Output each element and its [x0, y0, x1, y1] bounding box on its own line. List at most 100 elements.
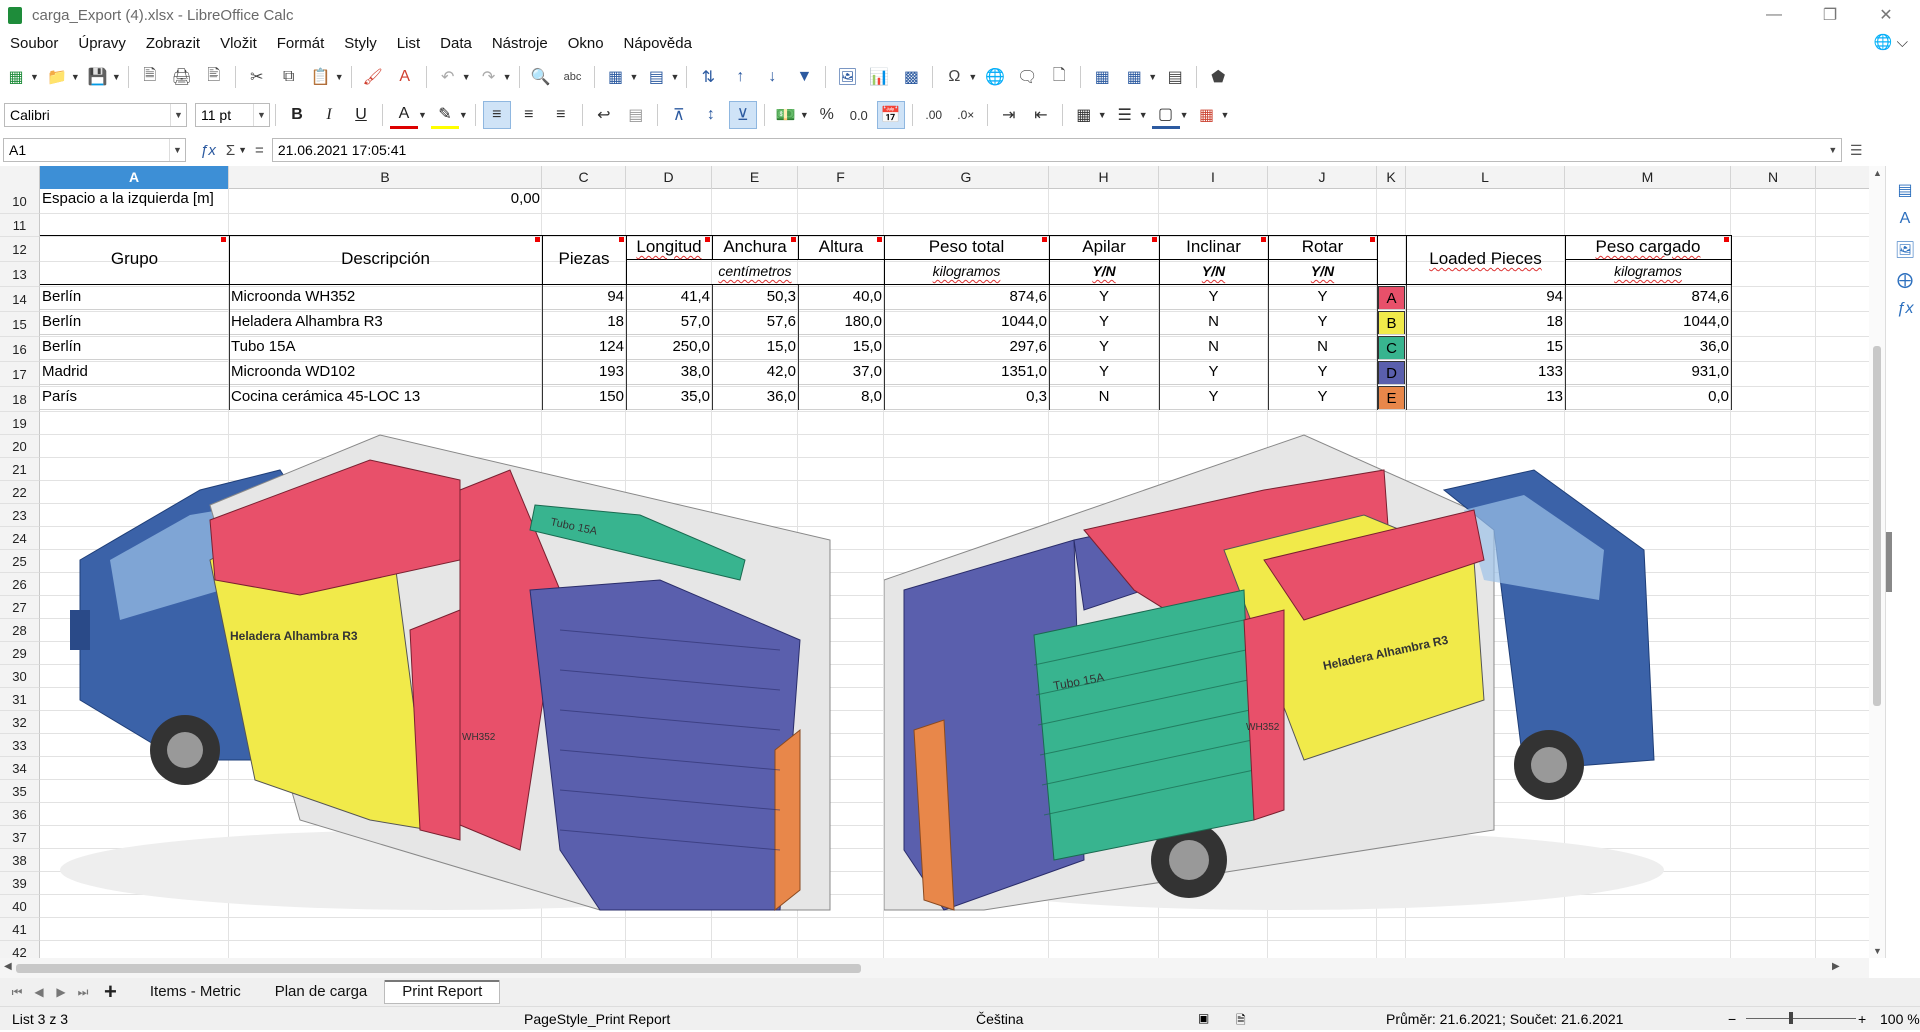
scroll-left-icon[interactable]: ◀: [4, 961, 12, 972]
header-descripcion[interactable]: Descripción: [229, 249, 542, 269]
underline-icon[interactable]: U: [347, 101, 375, 129]
minimize-button[interactable]: —: [1746, 0, 1802, 30]
row-header[interactable]: 10: [0, 189, 40, 214]
cell-apilar[interactable]: N: [1049, 388, 1159, 405]
horizontal-scroll-thumb[interactable]: [16, 964, 861, 973]
function-wizard-icon[interactable]: ƒx: [200, 142, 216, 159]
row-header[interactable]: 24: [0, 527, 40, 550]
sort-ascending-icon[interactable]: ↑: [726, 63, 754, 91]
comment-marker[interactable]: [705, 237, 710, 242]
cell-altura[interactable]: 15,0: [798, 338, 882, 355]
row-header[interactable]: 23: [0, 504, 40, 527]
cell-grupo[interactable]: Madrid: [42, 363, 227, 380]
group-color-label[interactable]: E: [1378, 386, 1405, 410]
zoom-out-icon[interactable]: −: [1728, 1011, 1736, 1027]
row-header[interactable]: 15: [0, 312, 40, 337]
expand-formula-icon[interactable]: ▼: [1825, 139, 1841, 161]
row-header[interactable]: 41: [0, 918, 40, 941]
add-decimal-icon[interactable]: .00: [920, 101, 948, 129]
menu-list[interactable]: List: [387, 35, 430, 52]
header-inclinar-yn[interactable]: Y/N: [1159, 263, 1268, 279]
sidebar-grip[interactable]: [1886, 532, 1892, 592]
cell-peso_cargado[interactable]: 931,0: [1565, 363, 1729, 380]
hyperlink-icon[interactable]: 🌐: [981, 63, 1009, 91]
horizontal-scrollbar[interactable]: ◀ ▶: [0, 958, 1869, 978]
increase-indent-icon[interactable]: ⇥: [995, 101, 1023, 129]
cut-icon[interactable]: ✂: [243, 63, 271, 91]
autofilter-icon[interactable]: ▼: [790, 63, 818, 91]
comment-marker[interactable]: [1152, 237, 1157, 242]
truck-load-image-left[interactable]: Heladera Alhambra R3 WH352 Tubo 15A: [40, 430, 840, 912]
font-name-box[interactable]: Calibri ▼: [4, 103, 187, 127]
chevron-down-icon[interactable]: ▼: [169, 139, 185, 161]
formula-input[interactable]: 21.06.2021 17:05:41 ▼: [271, 138, 1842, 162]
cell-inclinar[interactable]: N: [1159, 313, 1268, 330]
cell-rotar[interactable]: Y: [1268, 288, 1377, 305]
menu-upravy[interactable]: Úpravy: [68, 35, 136, 52]
scroll-down-icon[interactable]: ▼: [1873, 946, 1882, 956]
header-anchura[interactable]: Anchura: [712, 237, 798, 257]
row-header[interactable]: 13: [0, 262, 40, 287]
row-header[interactable]: 20: [0, 435, 40, 458]
border-color-icon[interactable]: ▢: [1151, 101, 1180, 129]
sort-icon[interactable]: ⇅: [694, 63, 722, 91]
define-print-area-icon[interactable]: ▦: [1088, 63, 1116, 91]
export-pdf-icon[interactable]: 🗎: [136, 63, 164, 91]
functions-icon[interactable]: ƒx: [1894, 300, 1916, 322]
sidebar-menu-icon[interactable]: ☰: [1850, 142, 1863, 159]
last-sheet-icon[interactable]: ⏭: [72, 985, 94, 1000]
cell-altura[interactable]: 37,0: [798, 363, 882, 380]
cell-grupo[interactable]: Berlín: [42, 338, 227, 355]
cell-rotar[interactable]: Y: [1268, 363, 1377, 380]
number-format-icon[interactable]: 0.0: [845, 101, 873, 129]
cell-loaded[interactable]: 18: [1406, 313, 1563, 330]
pivot-table-icon[interactable]: ▩: [897, 63, 925, 91]
cell-apilar[interactable]: Y: [1049, 338, 1159, 355]
column-header-d[interactable]: D: [626, 166, 712, 189]
font-size-box[interactable]: 11 pt ▼: [195, 103, 270, 127]
cell-anchura[interactable]: 57,6: [712, 313, 796, 330]
cell-peso[interactable]: 874,6: [884, 288, 1047, 305]
currency-format-icon[interactable]: 💵: [772, 101, 800, 129]
column-header-n[interactable]: N: [1731, 166, 1816, 189]
header-altura[interactable]: Altura: [798, 237, 884, 257]
cell-altura[interactable]: 8,0: [798, 388, 882, 405]
row-header[interactable]: 22: [0, 481, 40, 504]
percent-format-icon[interactable]: %: [813, 101, 841, 129]
cell-grupo[interactable]: París: [42, 388, 227, 405]
row-header[interactable]: 35: [0, 780, 40, 803]
zoom-in-icon[interactable]: +: [1858, 1011, 1866, 1027]
cell-peso[interactable]: 0,3: [884, 388, 1047, 405]
gallery-icon[interactable]: 🖼: [1894, 240, 1916, 262]
split-window-icon[interactable]: ▤: [1161, 63, 1189, 91]
column-header-i[interactable]: I: [1159, 166, 1268, 189]
row-header[interactable]: 40: [0, 895, 40, 918]
menu-format[interactable]: Formát: [267, 35, 335, 52]
name-box[interactable]: A1 ▼: [3, 138, 186, 162]
sort-descending-icon[interactable]: ↓: [758, 63, 786, 91]
cell-peso[interactable]: 297,6: [884, 338, 1047, 355]
zoom-slider-thumb[interactable]: [1789, 1012, 1793, 1024]
row-header[interactable]: 26: [0, 573, 40, 596]
row-header[interactable]: 27: [0, 596, 40, 619]
row-icon[interactable]: ▦: [602, 63, 630, 91]
center-vertically-icon[interactable]: ↕: [697, 101, 725, 129]
print-preview-icon[interactable]: 🖹: [200, 63, 228, 91]
comment-icon[interactable]: 🗨: [1013, 63, 1041, 91]
menu-styly[interactable]: Styly: [334, 35, 387, 52]
column-header-m[interactable]: M: [1565, 166, 1731, 189]
row-header[interactable]: 33: [0, 734, 40, 757]
cell-inclinar[interactable]: Y: [1159, 388, 1268, 405]
comment-marker[interactable]: [1261, 237, 1266, 242]
row-header[interactable]: 25: [0, 550, 40, 573]
chevron-down-icon[interactable]: ▼: [170, 104, 186, 126]
cell-longitud[interactable]: 38,0: [626, 363, 710, 380]
cell-piezas[interactable]: 193: [542, 363, 624, 380]
comment-marker[interactable]: [1724, 237, 1729, 242]
cell-peso_cargado[interactable]: 36,0: [1565, 338, 1729, 355]
header-rotar-yn[interactable]: Y/N: [1268, 263, 1377, 279]
styles-icon[interactable]: A: [1894, 210, 1916, 232]
cell-peso_cargado[interactable]: 1044,0: [1565, 313, 1729, 330]
navigator-icon[interactable]: ⨁: [1894, 270, 1916, 292]
cell-altura[interactable]: 180,0: [798, 313, 882, 330]
